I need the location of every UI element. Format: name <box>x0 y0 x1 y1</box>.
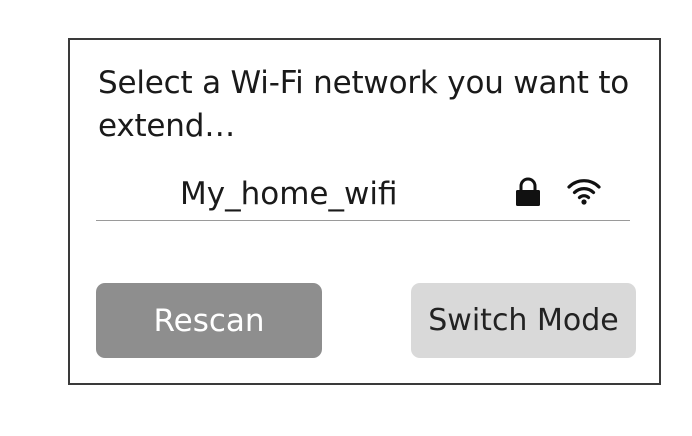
network-ssid: My_home_wifi <box>180 176 398 212</box>
rescan-button[interactable]: Rescan <box>96 283 322 358</box>
switch-mode-button[interactable]: Switch Mode <box>411 283 636 358</box>
wifi-icon <box>567 179 601 205</box>
dialog-prompt: Select a Wi-Fi network you want to exten… <box>98 65 630 144</box>
wifi-select-dialog: Select a Wi-Fi network you want to exten… <box>68 38 661 385</box>
lock-icon <box>516 177 540 206</box>
network-list-item[interactable]: My_home_wifi <box>96 168 630 221</box>
